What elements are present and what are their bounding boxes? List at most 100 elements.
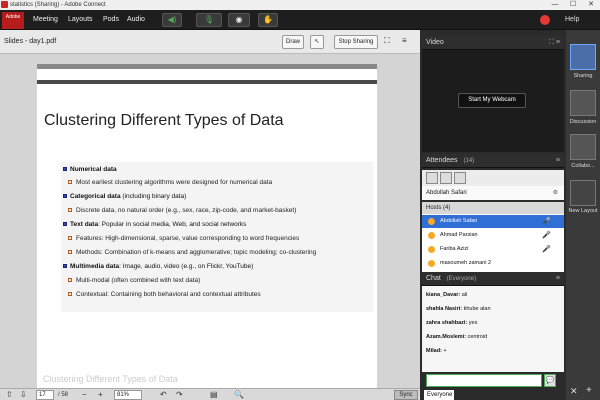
- bullet-multimedia-multimodal: Multi-modal (often combined with text da…: [68, 277, 200, 284]
- list-item[interactable]: Fariba Azizi 🎤: [422, 243, 564, 256]
- video-pod-menu-icon[interactable]: ⛶ ≡: [549, 36, 560, 50]
- fullscreen-icon[interactable]: ⛶: [384, 36, 390, 46]
- bullet-multimedia-contextual: Contextual: Containing both behavioral a…: [68, 291, 261, 298]
- list-item[interactable]: Ahmad Parsian 🎤: [422, 229, 564, 242]
- layout-thumb-sharing[interactable]: [570, 44, 596, 70]
- layout-label-sharing: Sharing: [573, 73, 593, 79]
- maximize-button[interactable]: ☐: [564, 0, 582, 10]
- menu-pods[interactable]: Pods: [103, 10, 119, 30]
- bullet-categorical-detail: Discrete data, no natural order (e.g., s…: [68, 207, 296, 214]
- magnify-icon[interactable]: 🔍: [234, 389, 244, 400]
- bullet-multimedia: Multimedia data: Image, audio, video (e.…: [63, 263, 253, 270]
- webcam-icon[interactable]: ◉: [228, 13, 250, 27]
- hosts-group-header[interactable]: Hosts (4): [422, 202, 564, 214]
- zoom-out-icon[interactable]: −: [82, 389, 87, 400]
- slides-footer: ⇧ ⇩ 17 / 58 − + 81% ↶ ↷ ▤ 🔍 Sync: [0, 388, 420, 400]
- layouts-panel: Sharing Discussion Collabo... New Layout…: [566, 30, 600, 400]
- layout-label-discussion: Discussion: [569, 119, 597, 125]
- next-page-icon[interactable]: ⇩: [20, 389, 27, 400]
- pod-options-icon[interactable]: ≡: [402, 36, 407, 45]
- rotate-right-icon[interactable]: ↷: [176, 389, 183, 400]
- chat-tab-everyone[interactable]: Everyone: [424, 390, 454, 400]
- sync-button[interactable]: Sync: [394, 390, 418, 400]
- pointer-icon[interactable]: ↖: [310, 35, 324, 49]
- draw-button[interactable]: Draw: [282, 35, 304, 49]
- menu-bar: Adobe Meeting Layouts Pods Audio ◀) 🎙 ◉ …: [0, 10, 600, 30]
- layout-thumb-discussion[interactable]: [570, 90, 596, 116]
- list-item[interactable]: masoumeh zamani 2: [422, 257, 564, 270]
- close-window-button[interactable]: ✕: [582, 0, 600, 10]
- menu-meeting[interactable]: Meeting: [33, 10, 58, 30]
- chat-message: shahla Nasiri: khube alan: [426, 306, 491, 312]
- menu-audio[interactable]: Audio: [127, 10, 145, 30]
- zoom-select[interactable]: 81%: [114, 390, 142, 400]
- rotate-left-icon[interactable]: ↶: [160, 389, 167, 400]
- menu-help[interactable]: Help: [565, 10, 579, 30]
- attendees-count: (14): [463, 158, 475, 164]
- next-slide-peek: Clustering Different Types of Data: [37, 374, 377, 388]
- stop-sharing-button[interactable]: Stop Sharing: [334, 35, 378, 49]
- chat-pod-menu-icon[interactable]: ≡: [556, 272, 560, 286]
- layout-thumb-collaboration[interactable]: [570, 134, 596, 160]
- bullet-numerical-detail: Most earliest clustering algorithms were…: [68, 179, 272, 186]
- microphone-icon: 🎤: [542, 218, 551, 225]
- chat-pod-header: Chat (Everyone) ≡: [422, 272, 564, 286]
- bullet-categorical: Categorical data (including binary data): [63, 193, 186, 200]
- current-user-row[interactable]: Abdollah Safari ⚙: [422, 186, 564, 200]
- chat-scope: (Everyone): [446, 276, 477, 282]
- layout-label-collaboration: Collabo...: [571, 163, 595, 169]
- add-layout-icon[interactable]: +: [586, 385, 592, 396]
- list-item[interactable]: Abdollah Safari 🎤: [422, 215, 564, 228]
- bullet-text-methods: Methods: Combination of k-means and aggl…: [68, 249, 316, 256]
- avatar: [428, 232, 435, 239]
- zoom-in-icon[interactable]: +: [98, 389, 103, 400]
- adobe-logo: Adobe: [2, 12, 24, 29]
- grid-view-icon[interactable]: [440, 172, 452, 184]
- chat-message: kiana_Davar: ali: [426, 292, 468, 298]
- logo-text: Adobe: [5, 14, 21, 20]
- chat-message: Azam.Moslemi: centroid: [426, 334, 488, 340]
- slides-pod-header: Slides - day1.pdf Draw ↖ Stop Sharing ⛶ …: [0, 30, 420, 54]
- user-settings-icon[interactable]: ⚙: [553, 186, 558, 200]
- slide-page: Clustering Different Types of Data Numer…: [37, 64, 377, 388]
- avatar: [428, 246, 435, 253]
- chat-message: zahra shahbazi: yes: [426, 320, 478, 326]
- app-icon: [1, 1, 8, 8]
- chat-message: Milad: +: [426, 348, 447, 354]
- chat-input[interactable]: [426, 374, 542, 387]
- slide-header-bar: [37, 80, 377, 84]
- bullet-text-features: Features: High-dimensional, sparse, valu…: [68, 235, 299, 242]
- chat-send-icon[interactable]: 💬: [544, 374, 556, 387]
- attendees-pod-menu-icon[interactable]: ≡: [556, 154, 560, 168]
- current-user-name: Abdollah Safari: [426, 190, 467, 196]
- close-layouts-icon[interactable]: ✕: [570, 386, 578, 397]
- microphone-icon: 🎤: [542, 246, 551, 253]
- prev-page-icon[interactable]: ⇧: [6, 389, 13, 400]
- microphone-icon: 🎤: [542, 232, 551, 239]
- minimize-button[interactable]: —: [546, 0, 564, 10]
- page-total: / 58: [58, 392, 69, 398]
- microphone-icon[interactable]: 🎙: [196, 13, 222, 27]
- page-number-input[interactable]: 17: [36, 390, 54, 400]
- attendees-toolbar: [422, 170, 564, 186]
- attendees-title: Attendees: [426, 157, 458, 164]
- bullet-numerical: Numerical data: [63, 166, 117, 173]
- menu-layouts[interactable]: Layouts: [68, 10, 93, 30]
- layout-label-new: New Layout: [568, 208, 598, 214]
- raise-hand-icon[interactable]: ✋: [258, 13, 278, 27]
- attendees-pod-header: Attendees (14) ≡: [422, 154, 564, 168]
- slide-top-bar: [37, 64, 377, 69]
- window-title: statistics (Sharing) - Adobe Connect: [10, 2, 106, 8]
- avatar: [428, 260, 435, 267]
- fit-width-icon[interactable]: ▤: [210, 389, 218, 400]
- layout-thumb-new[interactable]: [570, 180, 596, 206]
- window-titlebar: statistics (Sharing) - Adobe Connect — ☐…: [0, 0, 600, 10]
- video-pod-header: Video ⛶ ≡: [422, 36, 564, 50]
- slides-pod-title: Slides - day1.pdf: [4, 38, 57, 45]
- record-icon[interactable]: [540, 15, 550, 25]
- list-view-icon[interactable]: [426, 172, 438, 184]
- chat-title: Chat: [426, 275, 441, 282]
- speaker-icon[interactable]: ◀): [162, 13, 182, 27]
- start-webcam-button[interactable]: Start My Webcam: [458, 93, 526, 108]
- status-view-icon[interactable]: [454, 172, 466, 184]
